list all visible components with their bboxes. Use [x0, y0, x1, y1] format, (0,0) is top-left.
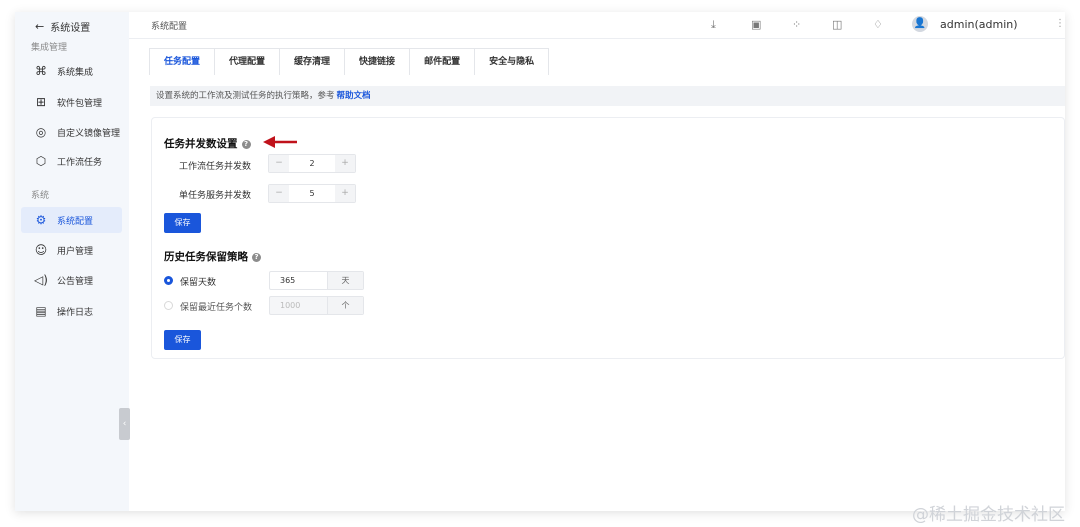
- sidebar-item-label: 自定义镜像管理: [57, 128, 121, 139]
- increment-button[interactable]: +: [335, 185, 355, 202]
- sidebar-collapse-handle[interactable]: ‹: [119, 408, 130, 440]
- retain-count-label[interactable]: 保留最近任务个数: [180, 300, 252, 313]
- retain-days-input: 365 天: [269, 271, 364, 290]
- sidebar-item-operation-log[interactable]: ▤ 操作日志: [21, 298, 122, 324]
- sidebar-item-workflow-tasks[interactable]: ⬡ 工作流任务: [21, 148, 122, 174]
- help-doc-link[interactable]: 帮助文档: [337, 91, 371, 101]
- radio-retain-count[interactable]: [164, 301, 173, 310]
- service-concurrency-value[interactable]: 5: [289, 185, 335, 202]
- chevron-left-icon: ‹: [122, 419, 127, 429]
- gear-icon: ⚙: [35, 213, 47, 227]
- retention-save-button[interactable]: 保存: [164, 330, 201, 350]
- retain-days-value[interactable]: 365: [270, 272, 327, 289]
- tab-proxy-config[interactable]: 代理配置: [214, 48, 281, 75]
- sidebar-item-label: 用户管理: [57, 246, 94, 257]
- page-title: 系统配置: [151, 22, 188, 32]
- help-icon[interactable]: ?: [252, 253, 261, 262]
- book-icon[interactable]: ◫: [832, 18, 842, 31]
- sidebar-item-label: 工作流任务: [57, 157, 103, 168]
- retain-days-label[interactable]: 保留天数: [180, 275, 216, 288]
- tab-task-config[interactable]: 任务配置: [149, 48, 216, 75]
- info-text: 设置系统的工作流及测试任务的执行策略，参考: [156, 91, 335, 101]
- group-title-integration: 集成管理: [31, 43, 68, 53]
- decrement-button[interactable]: −: [269, 155, 289, 172]
- group-title-system: 系统: [31, 191, 50, 201]
- sidebar-item-announcements[interactable]: ◁) 公告管理: [21, 267, 122, 293]
- sidebar-item-label: 公告管理: [57, 276, 94, 287]
- sidebar: ← 系统设置 集成管理 ⌘ 系统集成 ⊞ 软件包管理 ◎ 自定义镜像管理 ⬡ 工…: [15, 12, 130, 511]
- sidebar-item-user-management[interactable]: ☺ 用户管理: [21, 237, 122, 263]
- sidebar-item-label: 软件包管理: [57, 98, 103, 109]
- concurrency-section-title: 任务并发数设置?: [164, 136, 251, 151]
- concurrency-title-text: 任务并发数设置: [164, 138, 238, 150]
- tab-mail-config[interactable]: 邮件配置: [409, 48, 476, 75]
- retention-title-text: 历史任务保留策略: [164, 251, 248, 263]
- sidebar-item-label: 系统集成: [57, 67, 94, 78]
- watermark: @稀土掘金技术社区: [912, 505, 1065, 525]
- service-concurrency-stepper: − 5 +: [268, 184, 356, 203]
- translate-icon[interactable]: ▣: [751, 18, 761, 31]
- target-icon: ◎: [35, 125, 47, 139]
- radio-retain-days[interactable]: [164, 276, 173, 285]
- cube-icon: ⬡: [35, 154, 47, 168]
- workflow-concurrency-value[interactable]: 2: [289, 155, 335, 172]
- tab-shortcut-links[interactable]: 快捷链接: [344, 48, 411, 75]
- back-label: 系统设置: [50, 23, 91, 34]
- clipboard-icon: ▤: [35, 304, 47, 318]
- command-icon: ⌘: [35, 64, 47, 78]
- sidebar-item-label: 系统配置: [57, 216, 94, 227]
- retain-count-value[interactable]: 1000: [270, 297, 327, 314]
- retain-count-input: 1000 个: [269, 296, 364, 315]
- red-arrow-annotation-icon: [263, 136, 297, 148]
- sidebar-item-system-config[interactable]: ⚙ 系统配置: [21, 207, 122, 233]
- user-icon: ☺: [34, 243, 48, 257]
- arrow-left-icon: ←: [35, 20, 45, 33]
- decrement-button[interactable]: −: [269, 185, 289, 202]
- avatar[interactable]: 👤: [912, 16, 928, 32]
- workflow-concurrency-label: 工作流任务并发数: [179, 162, 252, 172]
- sidebar-item-custom-image[interactable]: ◎ 自定义镜像管理: [21, 119, 122, 145]
- sidebar-item-label: 操作日志: [57, 307, 94, 318]
- sidebar-item-package-management[interactable]: ⊞ 软件包管理: [21, 89, 122, 115]
- bell-icon[interactable]: ♢: [873, 18, 883, 31]
- speaker-icon: ◁): [34, 273, 48, 287]
- app-window: ← 系统设置 集成管理 ⌘ 系统集成 ⊞ 软件包管理 ◎ 自定义镜像管理 ⬡ 工…: [15, 12, 1065, 511]
- help-icon[interactable]: ?: [241, 140, 251, 149]
- back-to-settings[interactable]: ← 系统设置: [35, 19, 90, 34]
- service-concurrency-label: 单任务服务并发数: [179, 191, 252, 201]
- config-tabs: 任务配置 代理配置 缓存清理 快捷链接 邮件配置 安全与隐私: [149, 48, 550, 75]
- workflow-concurrency-stepper: − 2 +: [268, 154, 356, 173]
- tab-security-privacy[interactable]: 安全与隐私: [474, 48, 550, 75]
- retention-section-title: 历史任务保留策略?: [164, 249, 261, 264]
- concurrency-save-button[interactable]: 保存: [164, 213, 201, 233]
- network-icon[interactable]: ⁘: [792, 18, 801, 31]
- retain-days-unit: 天: [327, 272, 363, 289]
- tab-cache-cleanup[interactable]: 缓存清理: [279, 48, 346, 75]
- grid-icon: ⊞: [35, 95, 47, 109]
- top-header: 系统配置 ⤓ ▣ ⁘ ◫ ♢ 👤 admin(admin) ⋮: [129, 12, 1065, 39]
- username[interactable]: admin(admin): [940, 18, 1018, 31]
- increment-button[interactable]: +: [335, 155, 355, 172]
- more-vertical-icon[interactable]: ⋮: [1055, 18, 1065, 29]
- download-icon[interactable]: ⤓: [711, 18, 716, 32]
- info-bar: 设置系统的工作流及测试任务的执行策略，参考 帮助文档: [150, 86, 1065, 106]
- sidebar-item-system-integration[interactable]: ⌘ 系统集成: [21, 58, 122, 84]
- retain-count-unit: 个: [327, 297, 363, 314]
